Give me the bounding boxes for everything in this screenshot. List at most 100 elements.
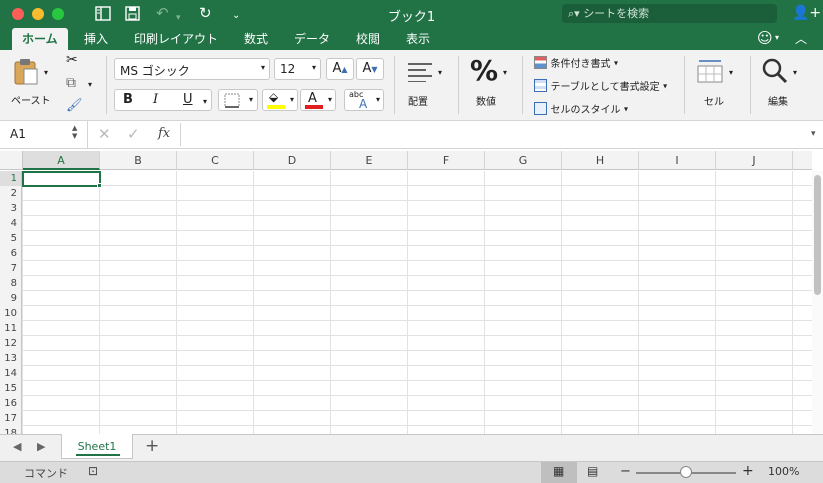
insert-function-icon[interactable]: fx [158, 126, 170, 141]
row-header[interactable]: 14 [0, 366, 21, 381]
paste-dropdown-icon[interactable]: ▾ [44, 68, 48, 77]
italic-button[interactable]: I [153, 92, 158, 107]
tab-page-layout[interactable]: 印刷レイアウト [134, 28, 218, 50]
column-header-d[interactable]: D [254, 151, 331, 170]
zoom-slider-thumb[interactable] [680, 466, 692, 478]
fill-handle[interactable] [97, 183, 102, 188]
font-name-select[interactable]: MS ゴシック ▾ [114, 58, 270, 80]
chevron-down-icon: ▾ [375, 95, 380, 104]
column-header-g[interactable]: G [485, 151, 562, 170]
column-header-c[interactable]: C [177, 151, 254, 170]
number-dropdown-icon[interactable]: ▾ [503, 68, 507, 77]
next-sheet-icon[interactable]: ▶ [37, 440, 45, 453]
macro-record-icon[interactable]: ⊡ [88, 464, 98, 478]
format-as-table-button[interactable]: テーブルとして書式設定 ▾ [534, 78, 667, 93]
paste-clipboard-icon[interactable] [13, 58, 39, 86]
row-header[interactable]: 5 [0, 231, 21, 246]
page-layout-view-icon[interactable]: ▤ [587, 464, 598, 478]
decrease-font-size-button[interactable]: A▼ [356, 58, 384, 80]
phonetic-guide-button[interactable]: abc A ▾ [344, 89, 384, 111]
row-header[interactable]: 1 [0, 171, 21, 186]
row-header[interactable]: 4 [0, 216, 21, 231]
row-header[interactable]: 17 [0, 411, 21, 426]
name-box[interactable]: A1 ▲ ▼ [0, 121, 88, 148]
vertical-scrollbar[interactable] [812, 171, 823, 434]
sheet-tab[interactable]: Sheet1 [61, 434, 133, 459]
mode-indicator: コマンド [24, 467, 68, 480]
row-header[interactable]: 15 [0, 381, 21, 396]
column-header-i[interactable]: I [639, 151, 716, 170]
column-header-h[interactable]: H [562, 151, 639, 170]
find-magnifier-icon[interactable] [762, 58, 788, 84]
column-header-f[interactable]: F [408, 151, 485, 170]
normal-view-button[interactable]: ▦ [541, 462, 577, 483]
tab-view[interactable]: 表示 [406, 28, 430, 50]
cell-grid[interactable] [22, 171, 812, 434]
bold-button[interactable]: B [123, 92, 133, 107]
row-header[interactable]: 10 [0, 306, 21, 321]
row-header[interactable]: 7 [0, 261, 21, 276]
tab-home[interactable]: ホーム [12, 28, 68, 50]
row-header[interactable]: 6 [0, 246, 21, 261]
row-header[interactable]: 3 [0, 201, 21, 216]
row-header[interactable]: 12 [0, 336, 21, 351]
cells-dropdown-icon[interactable]: ▾ [729, 68, 733, 77]
alignment-icon[interactable] [407, 62, 433, 82]
zoom-in-button[interactable]: + [742, 463, 754, 479]
copy-icon[interactable]: ⧉ [66, 75, 76, 91]
tab-formulas[interactable]: 数式 [244, 28, 268, 50]
percent-icon[interactable]: % [470, 54, 498, 87]
search-sheet-input[interactable]: ⌕▾ シートを検索 [562, 4, 777, 23]
cancel-x-icon[interactable]: ✕ [98, 125, 111, 143]
editing-dropdown-icon[interactable]: ▾ [793, 68, 797, 77]
enter-check-icon[interactable]: ✓ [127, 125, 140, 143]
font-color-button[interactable]: A ▾ [300, 89, 336, 111]
cell-styles-button[interactable]: セルのスタイル ▾ [534, 101, 628, 116]
row-header[interactable]: 8 [0, 276, 21, 291]
feedback-dropdown-icon[interactable]: ▾ [775, 33, 779, 42]
row-header[interactable]: 11 [0, 321, 21, 336]
select-all-corner[interactable] [0, 151, 23, 170]
search-icon: ⌕▾ [568, 7, 584, 20]
scrollbar-thumb[interactable] [814, 175, 821, 295]
increase-font-size-button[interactable]: A▲ [326, 58, 354, 80]
tab-data[interactable]: データ [294, 28, 330, 50]
conditional-formatting-button[interactable]: 条件付き書式 ▾ [534, 55, 618, 70]
column-header-b[interactable]: B [100, 151, 177, 170]
title-bar: ↶ ▾ ↻ ⌄ ブック1 ⌕▾ シートを検索 👤+ [0, 0, 823, 28]
name-box-value: A1 [10, 127, 26, 141]
underline-button[interactable]: U [183, 92, 193, 107]
copy-dropdown-icon[interactable]: ▾ [88, 80, 92, 89]
row-header[interactable]: 13 [0, 351, 21, 366]
column-header-e[interactable]: E [331, 151, 408, 170]
cells-insert-icon[interactable] [696, 58, 724, 84]
row-header[interactable]: 9 [0, 291, 21, 306]
arrow-up-icon: ▲ [341, 65, 348, 74]
column-header-j[interactable]: J [716, 151, 793, 170]
active-cell-A1[interactable] [22, 171, 101, 187]
share-person-icon[interactable]: 👤+ [792, 4, 821, 22]
zoom-level[interactable]: 100% [768, 465, 799, 478]
formula-input[interactable] [180, 123, 805, 146]
cut-scissors-icon[interactable]: ✂ [66, 52, 78, 68]
fill-color-button[interactable]: ⬙ ▾ [262, 89, 298, 111]
row-header[interactable]: 2 [0, 186, 21, 201]
format-painter-icon[interactable]: 🖌 [66, 98, 83, 113]
add-sheet-button[interactable]: + [145, 436, 159, 456]
row-header[interactable]: 18 [0, 426, 21, 434]
font-size-select[interactable]: 12 ▾ [274, 58, 321, 80]
zoom-out-button[interactable]: − [620, 464, 631, 479]
smiley-feedback-icon[interactable]: ☺ [757, 29, 773, 47]
alignment-dropdown-icon[interactable]: ▾ [438, 68, 442, 77]
underline-dropdown-icon[interactable]: ▾ [203, 97, 207, 106]
row-header[interactable]: 16 [0, 396, 21, 411]
prev-sheet-icon[interactable]: ◀ [13, 440, 21, 453]
tab-review[interactable]: 校閲 [356, 28, 380, 50]
tab-insert[interactable]: 挿入 [84, 28, 108, 50]
borders-button[interactable]: ▾ [218, 89, 258, 111]
name-box-stepper-icon: ▲ ▼ [72, 124, 78, 140]
expand-formula-icon[interactable]: ▾ [811, 129, 816, 139]
ribbon-divider [750, 56, 751, 114]
column-header-a[interactable]: A [23, 151, 100, 170]
collapse-ribbon-icon[interactable]: ︿ [795, 30, 807, 47]
